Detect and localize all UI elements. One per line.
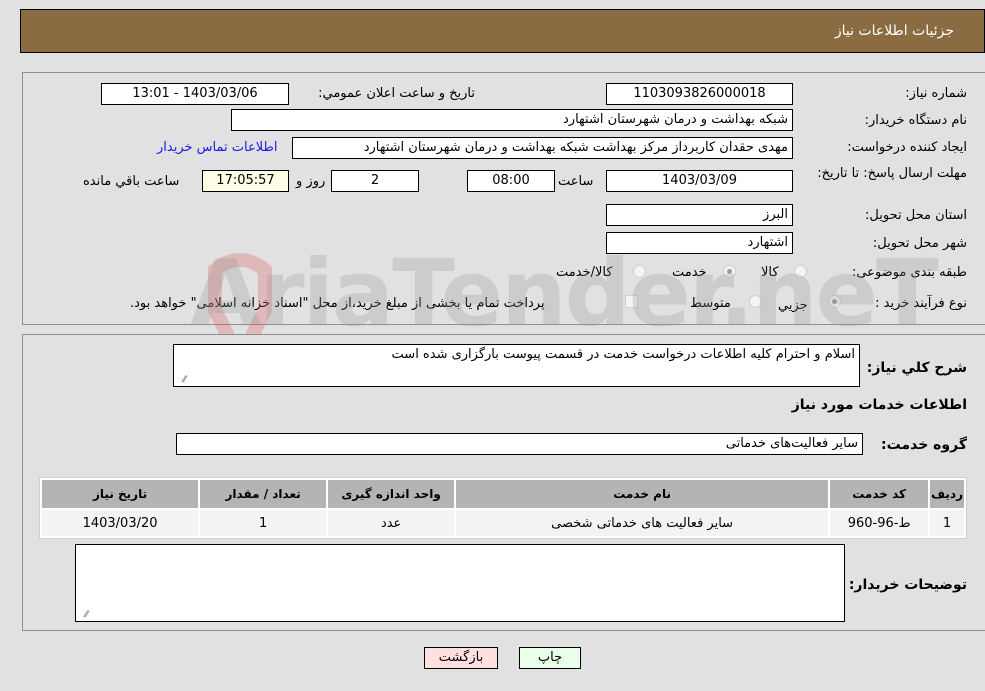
col-service-code: کد خدمت <box>830 480 929 508</box>
city-label: شهر محل تحویل: <box>872 236 967 251</box>
category-service-radio[interactable] <box>723 265 736 278</box>
col-row-number: ردیف <box>930 480 964 508</box>
requester-label: ایجاد کننده درخواست: <box>847 140 967 155</box>
category-goods-radio[interactable] <box>794 265 807 278</box>
cell-quantity: 1 <box>200 510 327 536</box>
service-group-label: گروه خدمت: <box>881 437 967 453</box>
purchase-type-label: نوع فرآیند خرید : <box>875 296 967 311</box>
remaining-days-field[interactable]: 2 <box>331 170 419 192</box>
treasury-bonds-checkbox[interactable] <box>625 295 638 308</box>
page-title: جزئیات اطلاعات نیاز <box>834 23 954 39</box>
days-label: روز و <box>296 174 326 189</box>
need-number-field[interactable]: 1103093826000018 <box>606 83 793 105</box>
cell-service-name: سایر فعالیت های خدماتی شخصی <box>456 510 829 536</box>
description-label: شرح کلي نیاز: <box>866 360 967 376</box>
city-field[interactable]: اشتهارد <box>606 232 793 254</box>
buyer-notes-textarea[interactable]: ⁄⁄ <box>75 544 845 622</box>
purchase-minor-label: جزيي <box>778 298 808 313</box>
deadline-date-field[interactable]: 1403/03/09 <box>606 170 793 192</box>
col-need-date: تاریخ نیاز <box>42 480 199 508</box>
resize-handle-icon[interactable]: ⁄⁄ <box>176 375 186 385</box>
need-number-label: شماره نیاز: <box>905 86 967 101</box>
cell-unit: عدد <box>328 510 455 536</box>
treasury-bonds-label: پرداخت تمام یا بخشی از مبلغ خرید،از محل … <box>130 296 545 311</box>
print-button[interactable]: چاپ <box>519 647 581 669</box>
table-header-row: ردیف کد خدمت نام خدمت واحد اندازه گیری ت… <box>42 480 964 508</box>
cell-row-number: 1 <box>930 510 964 536</box>
buyer-notes-label: توضیحات خریدار: <box>848 577 967 593</box>
description-text: اسلام و احترام کلیه اطلاعات درخواست خدمت… <box>391 347 855 362</box>
deadline-time-label: ساعت <box>558 174 594 189</box>
service-group-field[interactable]: سایر فعالیت‌های خدماتی <box>176 433 863 455</box>
cell-need-date: 1403/03/20 <box>42 510 199 536</box>
purchase-medium-radio[interactable] <box>749 295 762 308</box>
back-button[interactable]: بازگشت <box>424 647 498 669</box>
category-goods-label: کالا <box>761 265 779 280</box>
col-unit: واحد اندازه گیری <box>328 480 455 508</box>
services-table: ردیف کد خدمت نام خدمت واحد اندازه گیری ت… <box>39 477 967 539</box>
province-label: استان محل تحویل: <box>865 208 967 223</box>
col-service-name: نام خدمت <box>456 480 829 508</box>
buyer-org-field[interactable]: شبکه بهداشت و درمان شهرستان اشتهارد <box>231 109 793 131</box>
buyer-contact-link[interactable]: اطلاعات تماس خریدار <box>157 140 277 155</box>
page-header: جزئیات اطلاعات نیاز <box>20 9 985 53</box>
purchase-medium-label: متوسط <box>690 296 731 311</box>
deadline-time-field[interactable]: 08:00 <box>467 170 555 192</box>
requester-field[interactable]: مهدی حقدان کاربرداز مرکز بهداشت شبکه بهد… <box>292 137 793 159</box>
category-service-label: خدمت <box>672 265 707 280</box>
announce-datetime-label: تاریخ و ساعت اعلان عمومي: <box>318 86 475 101</box>
cell-service-code: ط-96-960 <box>830 510 929 536</box>
category-label: طبقه بندی موضوعی: <box>851 265 967 280</box>
resize-handle-icon[interactable]: ⁄⁄ <box>78 610 88 620</box>
category-goods-service-radio[interactable] <box>633 265 646 278</box>
announce-datetime-field[interactable]: 1403/03/06 - 13:01 <box>101 83 289 105</box>
services-heading: اطلاعات خدمات مورد نیاز <box>791 397 967 413</box>
province-field[interactable]: البرز <box>606 204 793 226</box>
col-quantity: تعداد / مقدار <box>200 480 327 508</box>
purchase-minor-radio[interactable] <box>828 295 841 308</box>
description-textarea[interactable]: اسلام و احترام کلیه اطلاعات درخواست خدمت… <box>173 344 860 387</box>
category-goods-service-label: کالا/خدمت <box>556 265 613 280</box>
buyer-org-label: نام دستگاه خریدار: <box>864 113 967 128</box>
remaining-time-field[interactable]: 17:05:57 <box>202 170 289 192</box>
table-row: 1 ط-96-960 سایر فعالیت های خدماتی شخصی ع… <box>42 510 964 536</box>
remaining-time-label: ساعت باقي مانده <box>83 174 180 189</box>
deadline-label: مهلت ارسال پاسخ: تا تاریخ: <box>817 166 967 181</box>
